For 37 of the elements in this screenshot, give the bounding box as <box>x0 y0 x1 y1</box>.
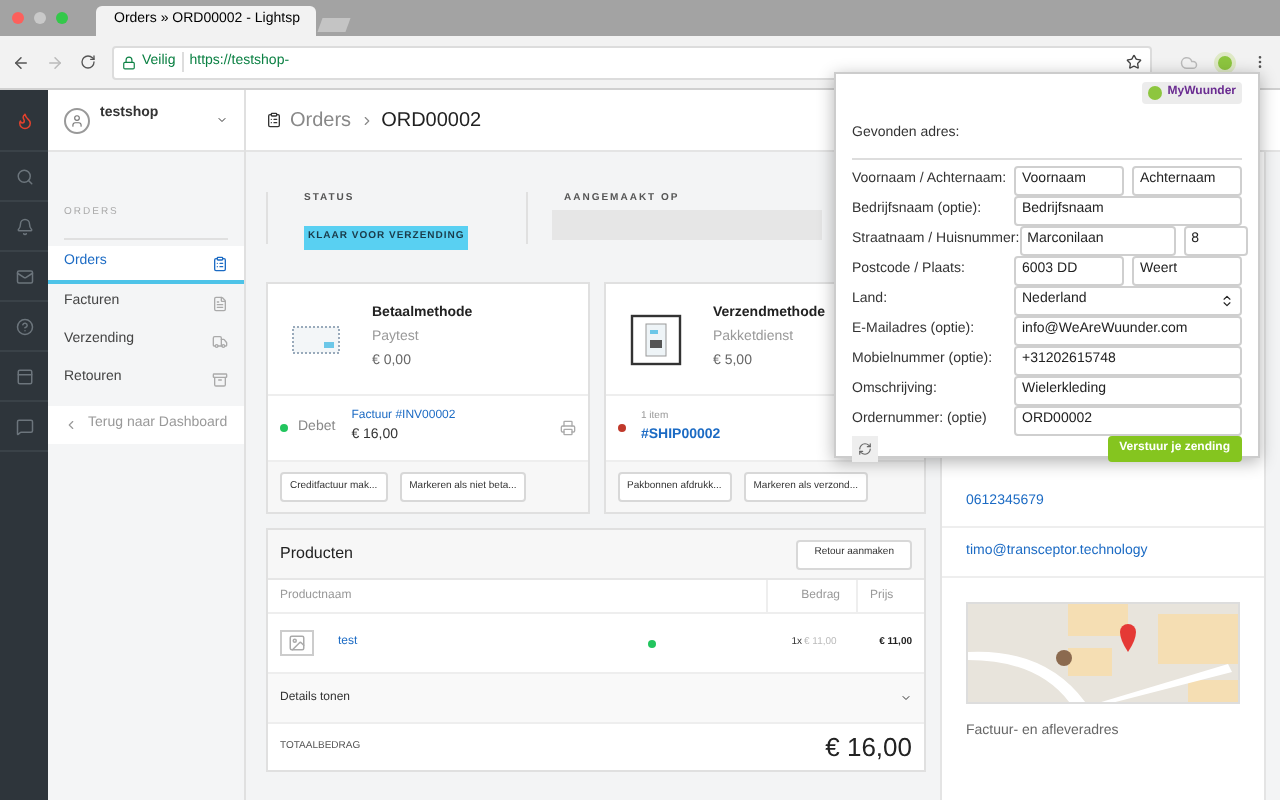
document-icon <box>212 295 228 311</box>
truck-icon <box>212 333 228 349</box>
search-icon[interactable] <box>15 167 33 185</box>
refresh-button[interactable] <box>852 436 878 462</box>
print-icon[interactable] <box>559 420 575 436</box>
select-arrow-icon <box>1220 294 1234 308</box>
reload-icon[interactable] <box>80 54 96 70</box>
back-icon[interactable] <box>12 53 30 71</box>
breadcrumb-link[interactable]: Orders <box>290 105 352 135</box>
mail-icon[interactable] <box>15 267 33 285</box>
flame-logo-icon[interactable] <box>15 111 33 129</box>
refresh-icon <box>858 442 872 456</box>
clipboard-icon <box>266 112 282 128</box>
extension-icon[interactable] <box>1214 51 1236 73</box>
card-payment-icon <box>292 325 340 353</box>
new-tab-button[interactable] <box>317 18 351 32</box>
shop-avatar-icon <box>70 113 84 127</box>
lock-icon <box>122 55 136 69</box>
cloud-icon[interactable] <box>1180 53 1198 71</box>
breadcrumb-separator-icon <box>359 113 374 127</box>
archive-icon <box>212 371 228 387</box>
chat-icon[interactable] <box>15 417 33 435</box>
bell-icon[interactable] <box>15 217 33 235</box>
package-icon <box>629 313 681 365</box>
bookmark-star-icon[interactable] <box>1126 54 1142 70</box>
total-amount: € 16,00 <box>825 729 912 766</box>
dropdown-caret-icon <box>216 114 228 126</box>
brand-logo-icon <box>1147 86 1162 100</box>
clipboard-icon <box>212 255 228 271</box>
chevron-left-icon <box>64 418 78 432</box>
page-title: ORD00002 <box>381 107 482 135</box>
forward-icon[interactable] <box>46 53 64 71</box>
product-image-icon <box>288 634 306 652</box>
layout-icon[interactable] <box>15 367 33 385</box>
products-title: Producten <box>280 542 353 566</box>
help-icon[interactable] <box>15 317 33 335</box>
caret-icon <box>900 692 912 704</box>
